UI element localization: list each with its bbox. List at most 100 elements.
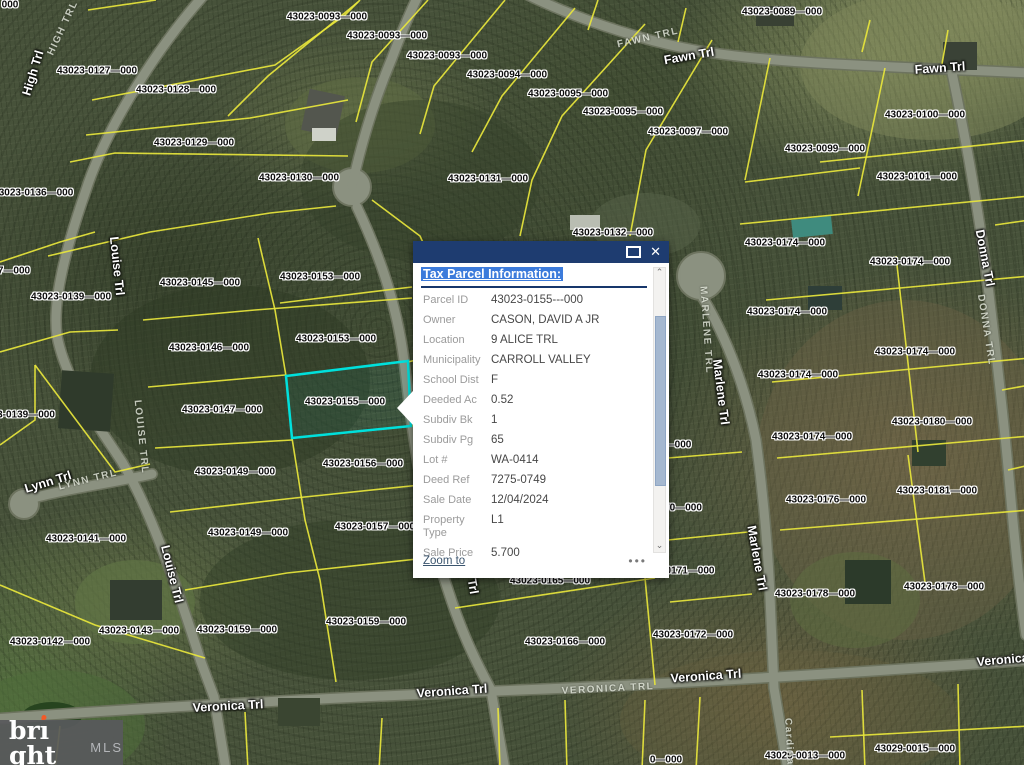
building-roof: [58, 370, 114, 431]
parcel-id-label: 43023-0174—000: [758, 370, 838, 381]
parcel-id-label: 43023-0174—000: [875, 347, 955, 358]
parcel-id-label: 43023-0143—000: [99, 626, 179, 637]
parcel-id-label: 3-0139—000: [0, 410, 55, 421]
popup-scrollbar[interactable]: ⌃ ⌄: [653, 267, 666, 553]
parcel-id-label: 43023-0130—000: [259, 173, 339, 184]
scrollbar-thumb[interactable]: [655, 316, 666, 486]
field-row: Lot #WA-0414: [423, 454, 647, 467]
field-value: 65: [491, 434, 504, 447]
parcel-id-label: 43023-0180—000: [892, 417, 972, 428]
popup-pointer-arrow: [397, 391, 413, 425]
parcel-id-label: 43023-0178—000: [904, 582, 984, 593]
parcel-id-label: 43023-0128—000: [136, 85, 216, 96]
field-row: MunicipalityCARROLL VALLEY: [423, 354, 647, 367]
field-row: Subdiv Pg65: [423, 434, 647, 447]
scroll-up-icon[interactable]: ⌃: [654, 268, 665, 279]
more-options-button[interactable]: •••: [628, 555, 647, 567]
parcel-id-label: 43023-0097—000: [648, 127, 728, 138]
parcel-id-label: 43023-0132—000: [573, 228, 653, 239]
field-label: Sale Date: [423, 494, 491, 507]
field-value: WA-0414: [491, 454, 539, 467]
parcel-id-label: 43023-0129—000: [154, 138, 234, 149]
field-row: Subdiv Bk1: [423, 414, 647, 427]
parcel-id-label: 7—000: [0, 266, 30, 277]
close-icon[interactable]: ✕: [650, 246, 661, 259]
parcel-id-label: 43023-0174—000: [870, 257, 950, 268]
field-value: 12/04/2024: [491, 494, 549, 507]
field-label: Deeded Ac: [423, 394, 491, 407]
parcel-id-label: 43023-0145—000: [160, 278, 240, 289]
field-value: 1: [491, 414, 497, 427]
field-label: Property Type: [423, 514, 491, 540]
field-value: L1: [491, 514, 504, 527]
field-row: Deeded Ac0.52: [423, 394, 647, 407]
parcel-id-label: 43023-0147—000: [182, 405, 262, 416]
mls-logo-text: MLS: [90, 740, 123, 755]
parcel-id-label: 43029-0013—000: [765, 751, 845, 762]
bright-logo: brıght: [9, 718, 85, 765]
field-value: 43023-0155---000: [491, 294, 583, 307]
zoom-to-link[interactable]: Zoom to: [423, 555, 465, 567]
field-label: Municipality: [423, 354, 491, 367]
parcel-id-label: 43023-0099—000: [785, 144, 865, 155]
parcel-id-label: 43023-0101—000: [877, 172, 957, 183]
field-row: Property TypeL1: [423, 514, 647, 540]
parcel-id-label: 43023-0176—000: [786, 495, 866, 506]
parcel-id-label: 43023-0127—000: [57, 66, 137, 77]
title-divider: [421, 286, 647, 288]
t ax-parcel-popup: ✕ Tax Parcel Information: Parcel ID43023…: [413, 241, 669, 578]
field-value: CARROLL VALLEY: [491, 354, 591, 367]
field-label: Owner: [423, 314, 491, 327]
field-row: School DistF: [423, 374, 647, 387]
parcel-id-label: 43023-0149—000: [195, 467, 275, 478]
parcel-id-label: 43023-0089—000: [742, 7, 822, 18]
field-value: CASON, DAVID A JR: [491, 314, 599, 327]
parcel-id-label: 43023-0174—000: [745, 238, 825, 249]
parcel-id-label: 43023-0157—000: [335, 522, 415, 533]
field-value: F: [491, 374, 498, 387]
field-value: 7275-0749: [491, 474, 546, 487]
swimming-pool: [791, 216, 833, 238]
parcel-fields: Parcel ID43023-0155---000OwnerCASON, DAV…: [423, 294, 647, 567]
parcel-id-label: 43023-0156—000: [323, 459, 403, 470]
field-row: Sale Date12/04/2024: [423, 494, 647, 507]
parcel-id-label: 43023-0131—000: [448, 174, 528, 185]
parcel-id-label: 43023-0174—000: [747, 307, 827, 318]
parcel-id-label: 43023-0149—000: [208, 528, 288, 539]
parcel-id-label: 43023-0095—000: [528, 89, 608, 100]
field-label: School Dist: [423, 374, 491, 387]
field-label: Subdiv Pg: [423, 434, 491, 447]
parcel-id-label: 43023-0166—000: [525, 637, 605, 648]
parcel-id-label: 43023-0095—000: [583, 107, 663, 118]
parcel-id-label: 43023-0181—000: [897, 486, 977, 497]
parcel-id-label: 43023-0093—000: [407, 51, 487, 62]
flame-icon: [42, 715, 47, 720]
parcel-id-label: 43029-0015—000: [875, 744, 955, 755]
field-row: OwnerCASON, DAVID A JR: [423, 314, 647, 327]
parcel-id-label: 43023-0139—000: [31, 292, 111, 303]
scroll-down-icon[interactable]: ⌄: [654, 541, 665, 552]
parcel-id-label: 43023-0159—000: [326, 617, 406, 628]
parcel-id-label: 43023-0178—000: [775, 589, 855, 600]
parcel-id-label: 43023-0172—000: [653, 630, 733, 641]
field-value: 0.52: [491, 394, 513, 407]
maximize-icon[interactable]: [626, 246, 641, 258]
field-label: Deed Ref: [423, 474, 491, 487]
field-label: Lot #: [423, 454, 491, 467]
field-row: Location9 ALICE TRL: [423, 334, 647, 347]
field-label: Subdiv Bk: [423, 414, 491, 427]
popup-titlebar: ✕: [413, 241, 669, 263]
parcel-id-label: 43023-0141—000: [46, 534, 126, 545]
map-canvas[interactable]: 000 43023-0089—000 43023-0093—000 43023-009…: [0, 0, 1024, 765]
parcel-id-label: 43023-0146—000: [169, 343, 249, 354]
parcel-id-label: 43023-0094—000: [467, 70, 547, 81]
parcel-id-label: 43023-0100—000: [885, 110, 965, 121]
selected-parcel-label: 43023-0155—000: [305, 397, 385, 408]
building-roof: [312, 128, 336, 141]
popup-footer: Zoom to •••: [423, 555, 647, 567]
field-label: Location: [423, 334, 491, 347]
parcel-id-label: 000: [2, 0, 19, 11]
field-value: 9 ALICE TRL: [491, 334, 558, 347]
parcel-id-label: 43023-0159—000: [197, 625, 277, 636]
parcel-id-label: 43023-0142—000: [10, 637, 90, 648]
